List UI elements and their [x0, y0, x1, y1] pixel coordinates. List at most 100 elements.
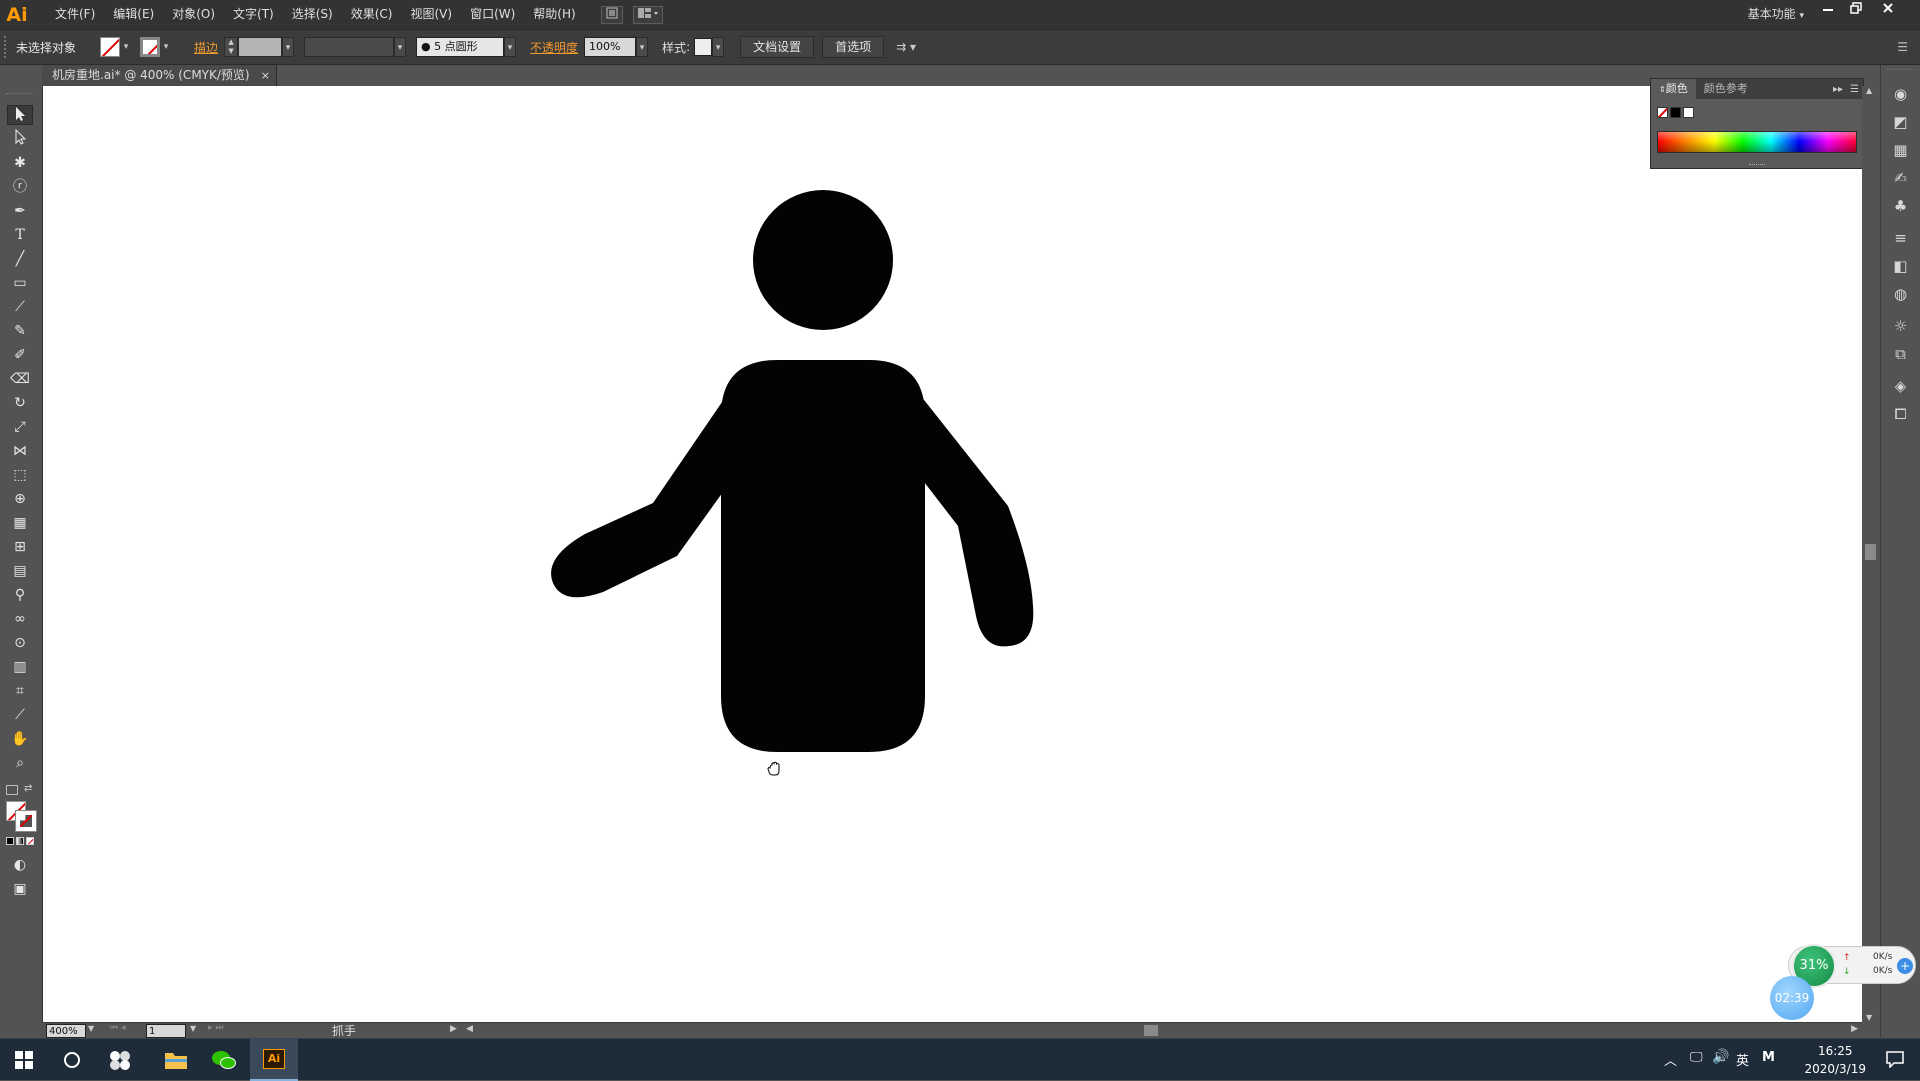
selection-tool-icon[interactable] — [7, 105, 33, 125]
panel-collapse-arrows-icon[interactable]: ▸▸ — [1833, 84, 1843, 95]
menu-file[interactable]: 文件(F) — [46, 0, 104, 29]
scale-tool-icon[interactable]: ⤢ — [7, 417, 33, 437]
brush-dropdown[interactable]: ▾ — [504, 37, 517, 57]
paintbrush-tool-icon[interactable]: ⟋ — [7, 297, 33, 317]
menu-select[interactable]: 选择(S) — [283, 0, 342, 29]
menu-effect[interactable]: 效果(C) — [342, 0, 402, 29]
action-center-button[interactable] — [1886, 1050, 1904, 1071]
file-explorer-button[interactable] — [152, 1039, 200, 1081]
minimize-button[interactable] — [1816, 2, 1840, 18]
system-clock[interactable]: 16:25 2020/3/19 — [1804, 1042, 1866, 1078]
color-panel-icon[interactable]: ◉ — [1889, 83, 1913, 105]
close-tab-icon[interactable]: × — [261, 65, 270, 86]
line-tool-icon[interactable]: ╱ — [7, 249, 33, 269]
artboard-number-field[interactable]: 1 — [146, 1024, 186, 1038]
horizontal-scroll-thumb[interactable] — [1144, 1025, 1158, 1036]
fill-dropdown-icon[interactable]: ▾ — [120, 37, 132, 57]
boost-plus-icon[interactable]: + — [1897, 958, 1913, 974]
mesh-tool-icon[interactable]: ⊞ — [7, 537, 33, 557]
show-hidden-icons-chevron-icon[interactable]: ︿ — [1664, 1050, 1677, 1069]
graphic-style-swatch[interactable] — [694, 38, 713, 56]
panel-menu-icon[interactable]: ☰ — [1850, 84, 1859, 95]
blob-brush-tool-icon[interactable]: ✐ — [7, 345, 33, 365]
rotate-tool-icon[interactable]: ↻ — [7, 393, 33, 413]
network-icon[interactable]: 🖵 — [1690, 1050, 1703, 1065]
control-bar-grip[interactable] — [4, 36, 10, 58]
stroke-color-box[interactable] — [15, 810, 37, 832]
column-graph-tool-icon[interactable]: ▥ — [7, 657, 33, 677]
artboard-canvas[interactable] — [42, 86, 1862, 1022]
vertical-scroll-thumb[interactable] — [1865, 544, 1876, 560]
variable-width-profile[interactable] — [304, 37, 395, 57]
lasso-tool-icon[interactable]: ⓡ — [7, 177, 33, 197]
symbol-sprayer-tool-icon[interactable]: ⊙ — [7, 633, 33, 653]
eraser-tool-icon[interactable]: ⌫ — [7, 369, 33, 389]
vertical-scrollbar[interactable]: ▲ ▼ — [1862, 86, 1879, 1022]
tab-color-guide[interactable]: 颜色参考 — [1696, 79, 1756, 99]
tab-color[interactable]: ⇕颜色 — [1651, 79, 1696, 99]
panel-resize-grip[interactable] — [1749, 164, 1765, 166]
type-tool-icon[interactable]: T — [7, 225, 33, 245]
artboards-icon[interactable]: ⧠ — [1889, 403, 1913, 425]
menu-type[interactable]: 文字(T) — [224, 0, 283, 29]
bridge-button[interactable] — [600, 5, 623, 24]
gradient-mode-button[interactable] — [16, 837, 24, 845]
scroll-right-icon[interactable]: ▶ — [1851, 1024, 1858, 1034]
symbols-icon[interactable]: ♣ — [1889, 195, 1913, 217]
illustrator-taskbar-button[interactable]: Ai — [250, 1039, 298, 1081]
stroke-dropdown-icon[interactable]: ▾ — [160, 37, 172, 57]
stroke-weight-input[interactable] — [238, 37, 283, 57]
tools-grip[interactable] — [6, 93, 34, 101]
appearance-icon[interactable]: ☼ — [1889, 315, 1913, 337]
menu-help[interactable]: 帮助(H) — [524, 0, 584, 29]
close-window-button[interactable] — [1876, 2, 1900, 18]
pen-tool-icon[interactable]: ✒ — [7, 201, 33, 221]
fill-swatch[interactable] — [100, 37, 121, 57]
color-mode-button[interactable] — [6, 837, 14, 845]
style-dropdown[interactable]: ▾ — [712, 37, 725, 57]
transparency-icon[interactable]: ◍ — [1889, 283, 1913, 305]
gradient-panel-icon[interactable]: ◧ — [1889, 255, 1913, 277]
brushes-icon[interactable]: ✍ — [1889, 167, 1913, 189]
color-guide-icon[interactable]: ◩ — [1889, 111, 1913, 133]
stroke-weight-stepper[interactable]: ▲ ▼ — [224, 37, 239, 57]
blend-tool-icon[interactable]: ∞ — [7, 609, 33, 629]
swap-colors-icon[interactable]: ⇄ — [24, 783, 32, 794]
artboard-tool-icon[interactable]: ⌗ — [7, 681, 33, 701]
brush-definition[interactable]: ● 5 点圆形 — [416, 37, 505, 57]
opacity-dropdown[interactable]: ▾ — [636, 37, 649, 57]
align-options-icon[interactable]: ⇉ ▾ — [896, 40, 916, 54]
restore-button[interactable] — [1844, 2, 1868, 18]
menu-window[interactable]: 窗口(W) — [461, 0, 524, 29]
slice-tool-icon[interactable]: ⟋ — [7, 705, 33, 725]
white-swatch[interactable] — [1683, 107, 1694, 118]
drawing-modes-icon[interactable]: ◐ — [7, 855, 33, 875]
first-artboard-icon[interactable]: ⏮ ◂ — [110, 1023, 125, 1033]
eyedropper-tool-icon[interactable]: ⚲ — [7, 585, 33, 605]
none-swatch[interactable] — [1657, 107, 1668, 118]
scroll-up-icon[interactable]: ▲ — [1866, 86, 1872, 95]
scroll-down-icon[interactable]: ▼ — [1866, 1013, 1872, 1022]
stroke-link[interactable]: 描边 — [194, 39, 218, 56]
dock-grip[interactable] — [1887, 69, 1914, 77]
pencil-tool-icon[interactable]: ✎ — [7, 321, 33, 341]
volume-icon[interactable]: 🔊 — [1712, 1049, 1729, 1065]
layers-icon[interactable]: ◈ — [1889, 375, 1913, 397]
wechat-button[interactable] — [200, 1039, 248, 1081]
shape-builder-tool-icon[interactable]: ⊕ — [7, 489, 33, 509]
artboard-dropdown-icon[interactable]: ▼ — [190, 1024, 196, 1033]
rectangle-tool-icon[interactable]: ▭ — [7, 273, 33, 293]
swatches-icon[interactable]: ▦ — [1889, 139, 1913, 161]
preferences-button[interactable]: 首选项 — [822, 36, 885, 58]
default-colors-icon[interactable] — [6, 785, 18, 795]
color-spectrum[interactable] — [1657, 131, 1857, 153]
opacity-input[interactable]: 100% — [584, 37, 637, 57]
scroll-left-icon[interactable]: ◀ — [466, 1024, 473, 1034]
start-button[interactable] — [0, 1039, 48, 1081]
menu-view[interactable]: 视图(V) — [401, 0, 461, 29]
menu-object[interactable]: 对象(O) — [163, 0, 224, 29]
panel-menu-icon[interactable]: ☰ — [1897, 40, 1908, 54]
task-view-button[interactable] — [96, 1039, 144, 1081]
zoom-tool-icon[interactable]: ⌕ — [7, 753, 33, 773]
zoom-dropdown-icon[interactable]: ▼ — [88, 1024, 94, 1033]
